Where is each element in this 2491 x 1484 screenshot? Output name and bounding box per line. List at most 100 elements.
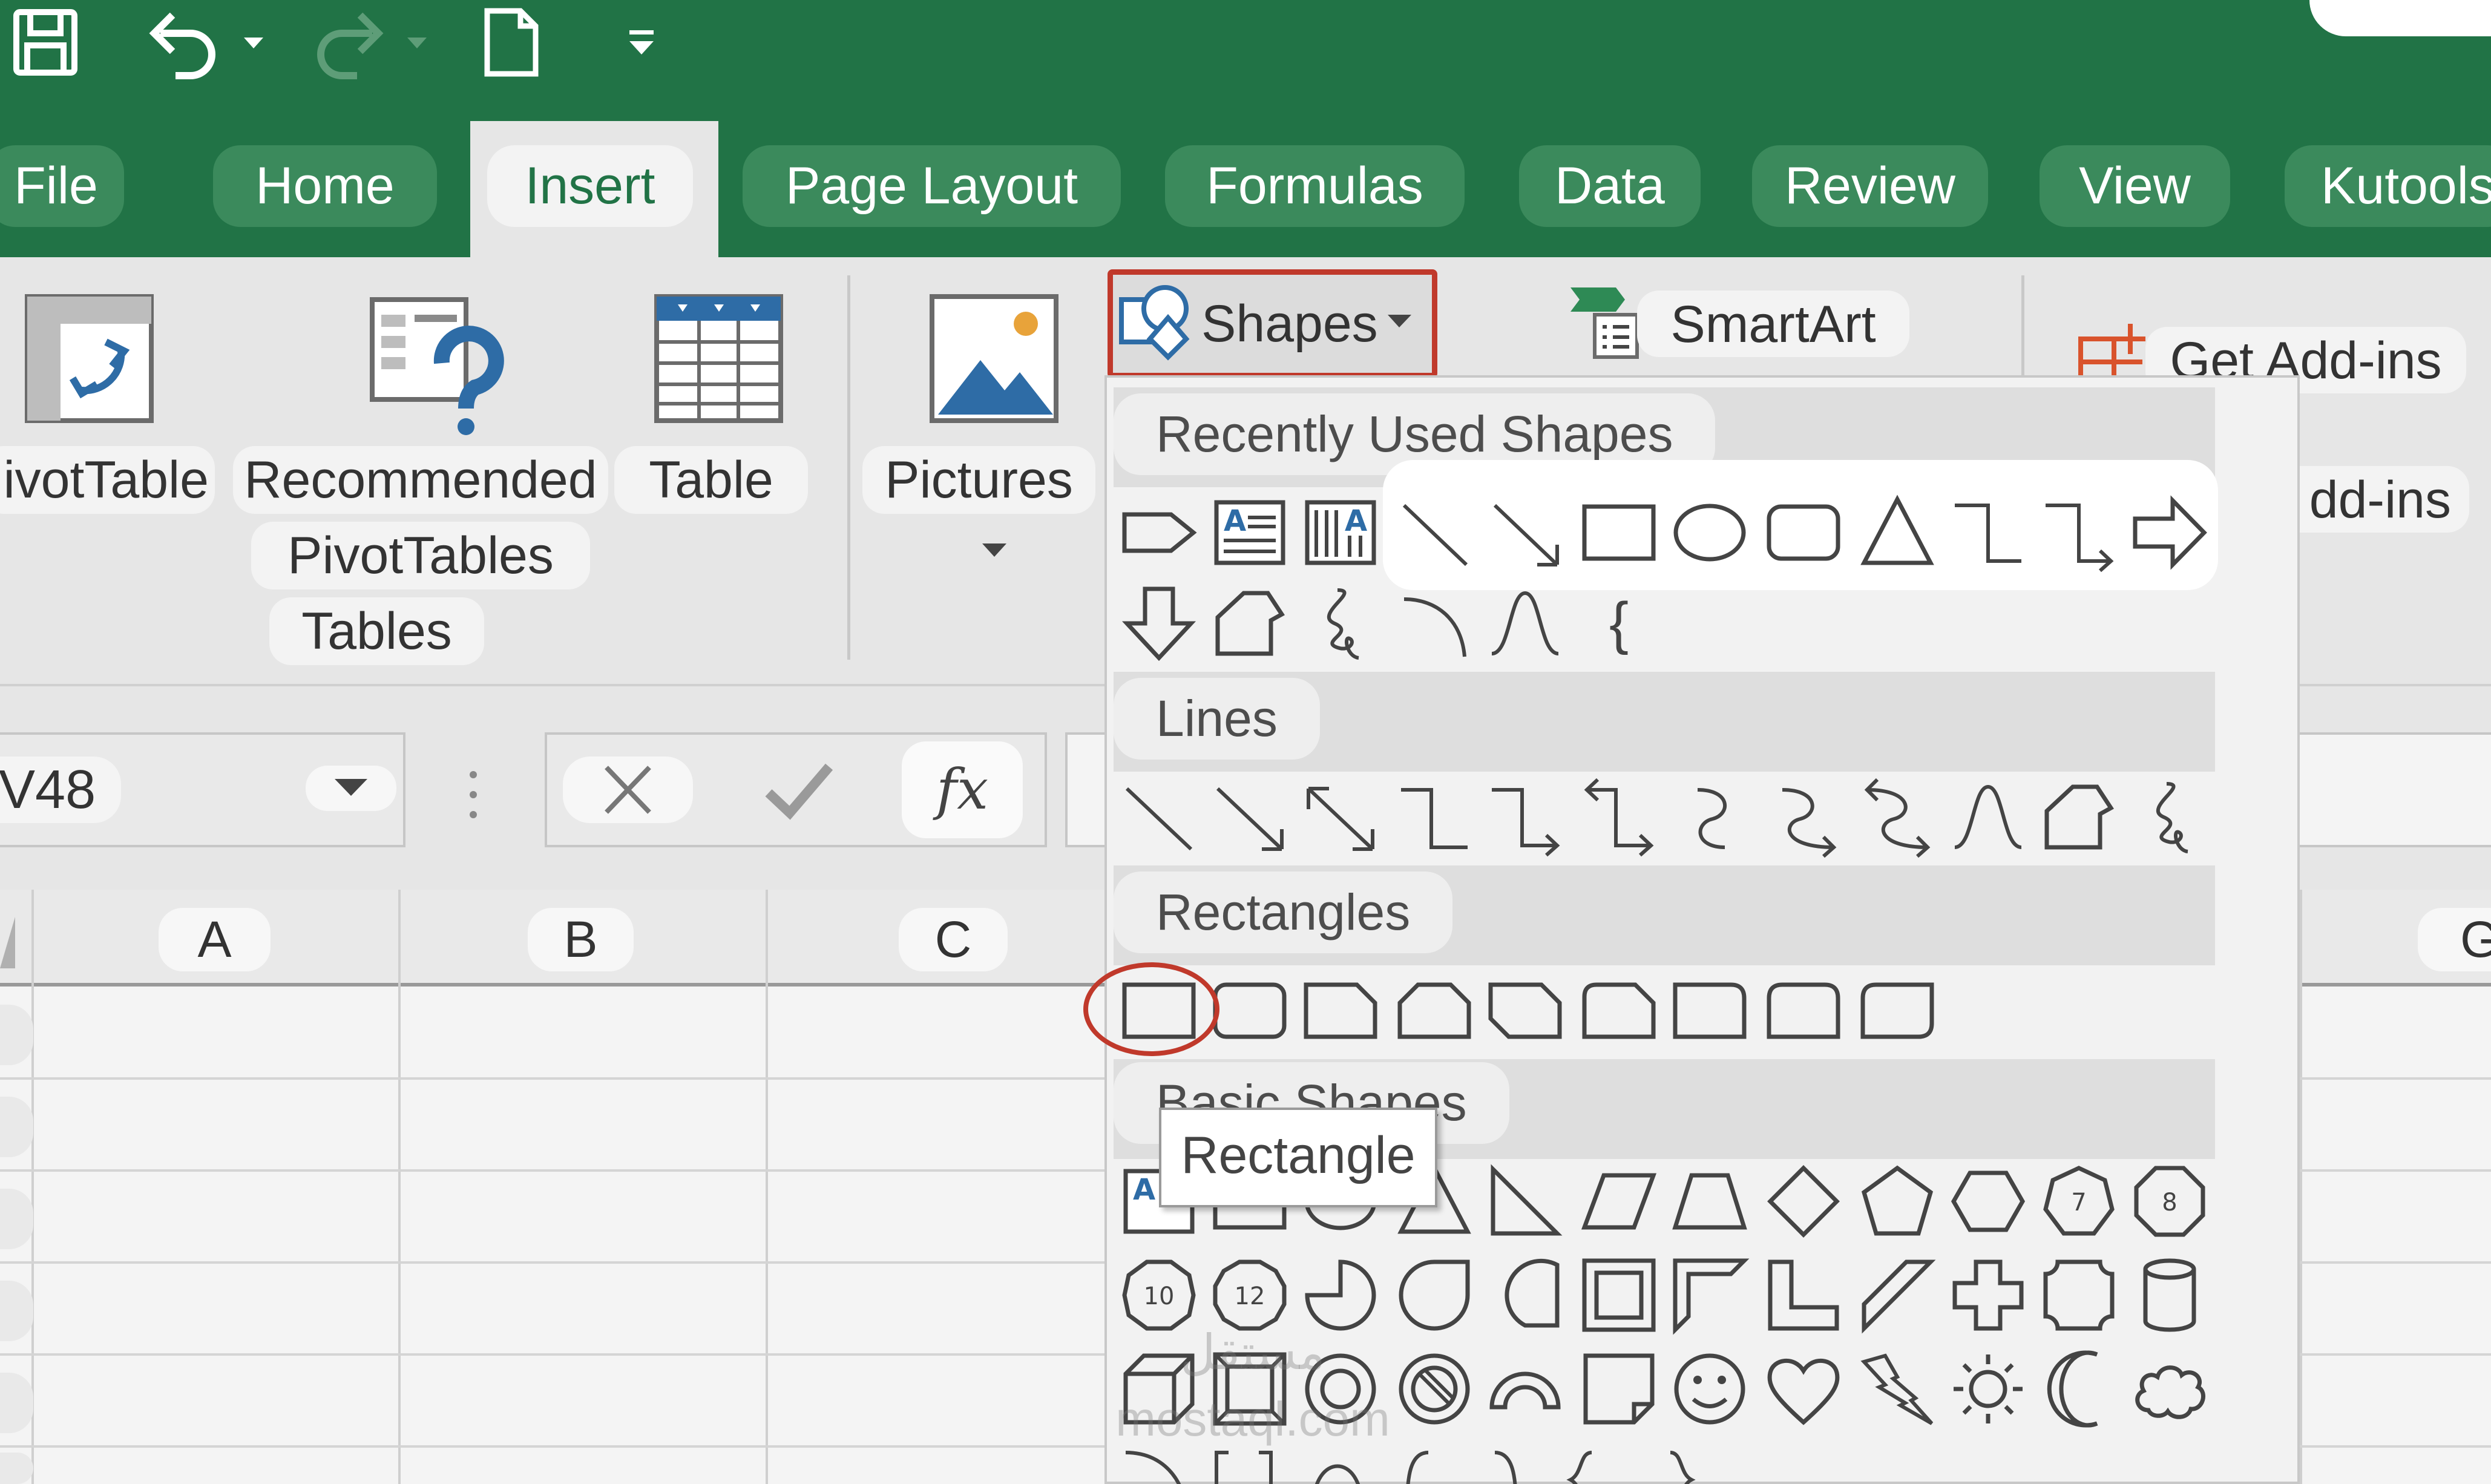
diagonal-stripe-icon[interactable] [1858, 1256, 1937, 1335]
select-all-corner[interactable] [0, 911, 18, 971]
arc-icon[interactable] [1395, 584, 1474, 663]
lightning-bolt-icon[interactable] [1858, 1350, 1937, 1428]
curve-icon[interactable] [1949, 778, 2027, 856]
frame-icon[interactable] [1580, 1256, 1658, 1335]
recommended-pivottables-line1[interactable]: Recommended [233, 446, 608, 514]
trapezoid-icon[interactable] [1670, 1162, 1749, 1241]
tab-kutools[interactable]: Kutools [2285, 145, 2491, 227]
cloud-icon[interactable] [2130, 1350, 2209, 1428]
folded-corner-icon[interactable] [1580, 1350, 1658, 1428]
parallelogram-icon[interactable] [1580, 1162, 1658, 1241]
double-arrow-line-icon[interactable] [1301, 778, 1380, 856]
smartart-icon[interactable] [1567, 281, 1640, 360]
scribble-icon[interactable] [1301, 584, 1380, 663]
column-header-c[interactable]: C [899, 908, 1008, 971]
can-icon[interactable] [2130, 1256, 2209, 1335]
table-button[interactable]: Table [614, 446, 808, 514]
pivot-table-icon[interactable] [24, 294, 154, 424]
down-arrow-icon[interactable] [1120, 584, 1198, 663]
block-arc-icon[interactable] [1486, 1350, 1564, 1428]
pictures-button[interactable]: Pictures [862, 446, 1095, 514]
cross-icon[interactable] [1949, 1256, 2027, 1335]
smiley-face-icon[interactable] [1670, 1350, 1749, 1428]
round-same-side-corner-rectangle-icon[interactable] [1764, 971, 1843, 1050]
formula-bar-grip[interactable] [466, 766, 481, 826]
elbow-connector-icon[interactable] [1395, 778, 1474, 856]
right-triangle-icon[interactable] [1486, 1162, 1564, 1241]
left-brace-icon[interactable]: { [1580, 584, 1658, 663]
tab-view[interactable]: View [2040, 145, 2230, 227]
curve-icon[interactable] [1486, 584, 1564, 663]
diamond-icon[interactable] [1764, 1162, 1843, 1241]
snip-same-side-corner-rectangle-icon[interactable] [1395, 971, 1474, 1050]
customize-qat-icon[interactable] [623, 6, 660, 79]
recommended-pivottables-icon[interactable] [369, 297, 504, 436]
round-diagonal-corner-rectangle-icon[interactable] [1858, 971, 1937, 1050]
tab-data[interactable]: Data [1519, 145, 1701, 227]
pictures-icon[interactable] [929, 294, 1059, 424]
vertical-text-box-icon[interactable]: A [1301, 493, 1380, 572]
octagon-icon[interactable]: 8 [2130, 1162, 2209, 1241]
recommended-pivottables-line2[interactable]: PivotTables [251, 522, 590, 589]
elbow-double-arrow-connector-icon[interactable] [1580, 778, 1658, 857]
pictures-dropdown-icon[interactable] [979, 539, 1009, 563]
elbow-connector-icon[interactable] [1949, 493, 2027, 572]
elbow-arrow-connector-icon[interactable] [2040, 493, 2118, 573]
undo-icon[interactable] [142, 6, 221, 79]
half-frame-icon[interactable] [1670, 1256, 1750, 1335]
snip-diagonal-corner-rectangle-icon[interactable] [1486, 971, 1564, 1050]
arrow-line-icon[interactable] [1210, 778, 1289, 856]
tab-insert[interactable]: Insert [487, 145, 693, 227]
insert-function-button[interactable]: fx [902, 741, 1023, 838]
right-arrow-icon[interactable] [2130, 493, 2209, 572]
moon-icon[interactable] [2040, 1350, 2118, 1428]
chord-icon[interactable] [1486, 1256, 1564, 1335]
column-header-a[interactable]: A [159, 908, 271, 971]
snip-and-round-rectangle-icon[interactable] [1580, 971, 1658, 1050]
freeform-shape-icon[interactable] [1210, 584, 1289, 663]
table-icon[interactable] [654, 294, 784, 424]
enter-icon[interactable] [760, 760, 838, 820]
hexagon-icon[interactable] [1949, 1162, 2027, 1241]
column-header-b[interactable]: B [528, 908, 634, 971]
oval-icon[interactable] [1670, 493, 1749, 572]
tab-page-layout[interactable]: Page Layout [743, 145, 1121, 227]
snip-single-corner-rectangle-icon[interactable] [1301, 971, 1380, 1050]
sun-icon[interactable] [1949, 1350, 2027, 1428]
freeform-shape-icon[interactable] [2040, 778, 2118, 856]
rectangle-icon[interactable] [1580, 493, 1658, 572]
elbow-arrow-connector-icon[interactable] [1486, 778, 1564, 857]
rounded-rectangle-icon[interactable] [1764, 493, 1843, 572]
line-icon[interactable] [1395, 493, 1474, 572]
plaque-icon[interactable] [2040, 1256, 2118, 1335]
name-box-value[interactable]: V48 [0, 757, 121, 823]
pivot-table-button[interactable]: ivotTable [0, 446, 215, 514]
pentagon-arrow-icon[interactable] [1120, 493, 1198, 572]
smartart-button[interactable]: SmartArt [1637, 291, 1909, 357]
cancel-icon[interactable] [563, 757, 693, 823]
tab-home[interactable]: Home [213, 145, 437, 227]
triangle-icon[interactable] [1858, 493, 1937, 572]
curved-connector-icon[interactable] [1670, 778, 1749, 856]
rounded-rectangle-icon[interactable] [1210, 971, 1289, 1050]
tab-file[interactable]: File [0, 145, 124, 227]
l-shape-icon[interactable] [1764, 1256, 1843, 1335]
heptagon-icon[interactable]: 7 [2040, 1162, 2118, 1241]
column-header-g[interactable]: G [2418, 908, 2491, 971]
arrow-line-icon[interactable] [1486, 493, 1564, 572]
undo-dropdown-icon[interactable] [239, 6, 269, 79]
tab-review[interactable]: Review [1752, 145, 1988, 227]
row-header[interactable] [0, 1453, 33, 1484]
name-box-dropdown[interactable] [306, 766, 396, 811]
save-icon[interactable] [9, 6, 82, 79]
text-box-icon[interactable]: A [1210, 493, 1289, 572]
tab-formulas[interactable]: Formulas [1165, 145, 1465, 227]
curved-arrow-connector-icon[interactable] [1764, 778, 1843, 858]
curved-double-arrow-connector-icon[interactable] [1858, 778, 1937, 858]
scribble-icon[interactable] [2130, 778, 2209, 856]
new-file-icon[interactable] [481, 6, 542, 79]
regular-pentagon-icon[interactable] [1858, 1162, 1937, 1241]
line-icon[interactable] [1120, 778, 1198, 856]
heart-icon[interactable] [1764, 1350, 1843, 1428]
round-single-corner-rectangle-icon[interactable] [1670, 971, 1749, 1050]
